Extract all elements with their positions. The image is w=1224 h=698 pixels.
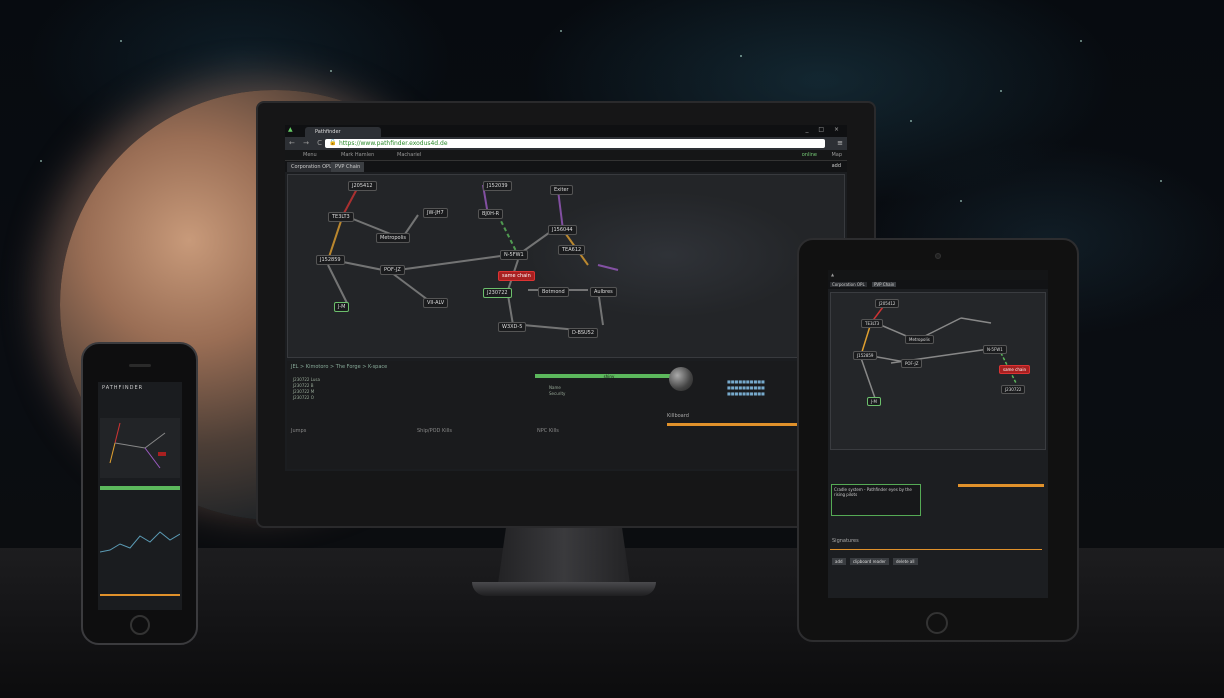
tablet-device: ▲ Corporation OPL PVP Chain J205412 TE3L… [797,238,1079,642]
system-node[interactable]: J152039 [483,181,512,191]
breadcrumb[interactable]: JEL > Kimotoro > The Forge > K-space [291,364,387,370]
system-node[interactable]: Exiter [550,185,573,195]
pathfinder-logo-icon: ▲ [288,126,293,133]
npc-kills-label: NPC Kills [537,428,559,434]
status-bar-label: shiny [603,374,615,379]
ship-name[interactable]: Machariel [397,152,421,158]
tablet-header: ▲ [828,270,1048,280]
url-input[interactable]: 🔒 https://www.pathfinder.exodus4d.de [325,139,825,148]
system-node[interactable]: J205412 [348,181,377,191]
phone-activity-chart [100,531,180,553]
add-map-button[interactable]: add [832,163,841,169]
jumps-label: Jumps [291,428,307,434]
map-tabs: Corporation OPL PVP Chain add [285,161,847,172]
browser-menu-icon[interactable]: ≡ [837,139,843,147]
system-node[interactable]: N-5FW1 [500,250,528,260]
system-node[interactable]: Metropolis [376,233,410,243]
stat-security: Security [549,391,566,396]
tab-pvp-chain[interactable]: PVP Chain [331,162,365,172]
character-name[interactable]: Mark Hamlen [341,152,374,158]
system-node[interactable]: BJ0H-R [478,209,504,219]
list-item[interactable]: J230722 O [293,395,320,401]
phone-system-map[interactable] [100,418,180,478]
tablet-system-map[interactable]: J205412 TE3LT3 Metropolis J152859 POF-JZ… [830,292,1046,450]
tablet-orange-bar [958,484,1044,487]
lock-icon: 🔒 [329,139,337,146]
system-node[interactable]: J205412 [875,299,900,308]
system-node[interactable]: J230722 [483,288,512,298]
home-button[interactable] [130,615,150,635]
system-node[interactable]: JW-JH7 [423,208,448,218]
signature-progress [830,549,1042,550]
delete-all-button[interactable]: delete all [893,558,918,565]
phone-device: PATHFINDER [81,342,198,645]
system-node[interactable]: VII-ALV [423,298,449,308]
planet-thumbnail-icon [669,367,693,391]
online-status: online [801,152,817,158]
description-textarea[interactable]: Cradle system - Pathfinder eyes by the r… [831,484,921,516]
system-node[interactable]: POF-JZ [901,359,923,368]
map-menu-button[interactable]: Map [831,152,842,158]
system-node[interactable]: J-M [334,302,350,312]
signatures-title: Signatures [832,538,859,544]
killboard-label: Killboard [667,413,689,419]
stat-labels: Name Security [549,385,565,397]
desktop-monitor: ▲ Pathfinder _ □ × ← → C 🔒 https://www.p… [256,101,876,528]
app-navbar: Menu Mark Hamlen Machariel online Map [285,150,847,161]
tab-corporation[interactable]: Corporation OPL [287,162,336,172]
ship-kills-label: Ship/POD Kills [417,428,453,434]
pathfinder-logo-icon: ▲ [831,272,835,277]
window-controls[interactable]: _ □ × [805,126,843,133]
speaker-icon [129,364,151,367]
system-node[interactable]: POF-JZ [380,265,405,275]
url-text: https://www.pathfinder.exodus4d.de [339,140,448,147]
phone-orange-bar [100,594,180,596]
alert-badge: same chain [498,271,535,281]
system-node[interactable]: TE3LT3 [328,212,354,222]
system-node[interactable]: Metropolis [905,335,934,344]
system-map[interactable]: J205412 TE3LT3 JW-JH7 Metropolis J152859… [287,174,845,358]
connections-layer [327,184,619,331]
system-node[interactable]: D-BSU52 [568,328,599,338]
info-panels: JEL > Kimotoro > The Forge > K-space shi… [287,361,845,469]
system-node[interactable]: J-M [867,397,881,406]
add-button[interactable]: add [832,558,846,565]
nav-buttons[interactable]: ← → C [289,139,325,147]
alert-badge: same chain [999,365,1030,374]
system-node[interactable]: J152859 [853,351,878,360]
browser-tabbar: ▲ Pathfinder _ □ × [285,125,847,137]
tab-corporation[interactable]: Corporation OPL [830,282,867,287]
tab-pvp-chain[interactable]: PVP Chain [872,282,897,287]
phone-logo: PATHFINDER [102,385,144,391]
system-node[interactable]: N-5FW1 [983,345,1007,354]
system-node[interactable]: TEA612 [558,245,586,255]
signature-toolbar: add clipboard reader delete all [832,558,921,565]
menu-button[interactable]: Menu [303,152,317,158]
tablet-map-tabs: Corporation OPL PVP Chain [828,280,1048,289]
monitor-stand [498,528,630,584]
system-list: J230722 Lusa J230722 B J230722 M J230722… [293,377,320,401]
clipboard-reader-button[interactable]: clipboard reader [849,558,889,565]
phone-connections [109,422,166,469]
phone-status-bar [100,486,180,490]
system-node[interactable]: Aulbres [590,287,617,297]
system-node[interactable]: W3XD-5 [498,322,527,332]
home-button[interactable] [926,612,948,634]
tablet-screen: ▲ Corporation OPL PVP Chain J205412 TE3L… [828,270,1048,598]
system-node[interactable]: J230722 [1001,385,1026,394]
browser-tab[interactable]: Pathfinder [305,127,381,137]
monitor-screen: ▲ Pathfinder _ □ × ← → C 🔒 https://www.p… [285,125,847,471]
system-node[interactable]: TE3LT3 [861,319,884,328]
killboard-progress [667,423,799,426]
activity-dots: ■■■■■■■■■■ ■■■■■■■■■■ ■■■■■■■■■■ [727,379,765,396]
system-node[interactable]: J152859 [316,255,345,265]
system-node[interactable]: J156044 [548,225,577,235]
panel-footer: Jumps Ship/POD Kills NPC Kills [287,427,659,437]
phone-screen: PATHFINDER [98,382,182,610]
address-bar: ← → C 🔒 https://www.pathfinder.exodus4d.… [285,137,847,150]
monitor-base [472,582,656,596]
system-node[interactable]: Botmond [538,287,569,297]
camera-icon [935,253,941,259]
